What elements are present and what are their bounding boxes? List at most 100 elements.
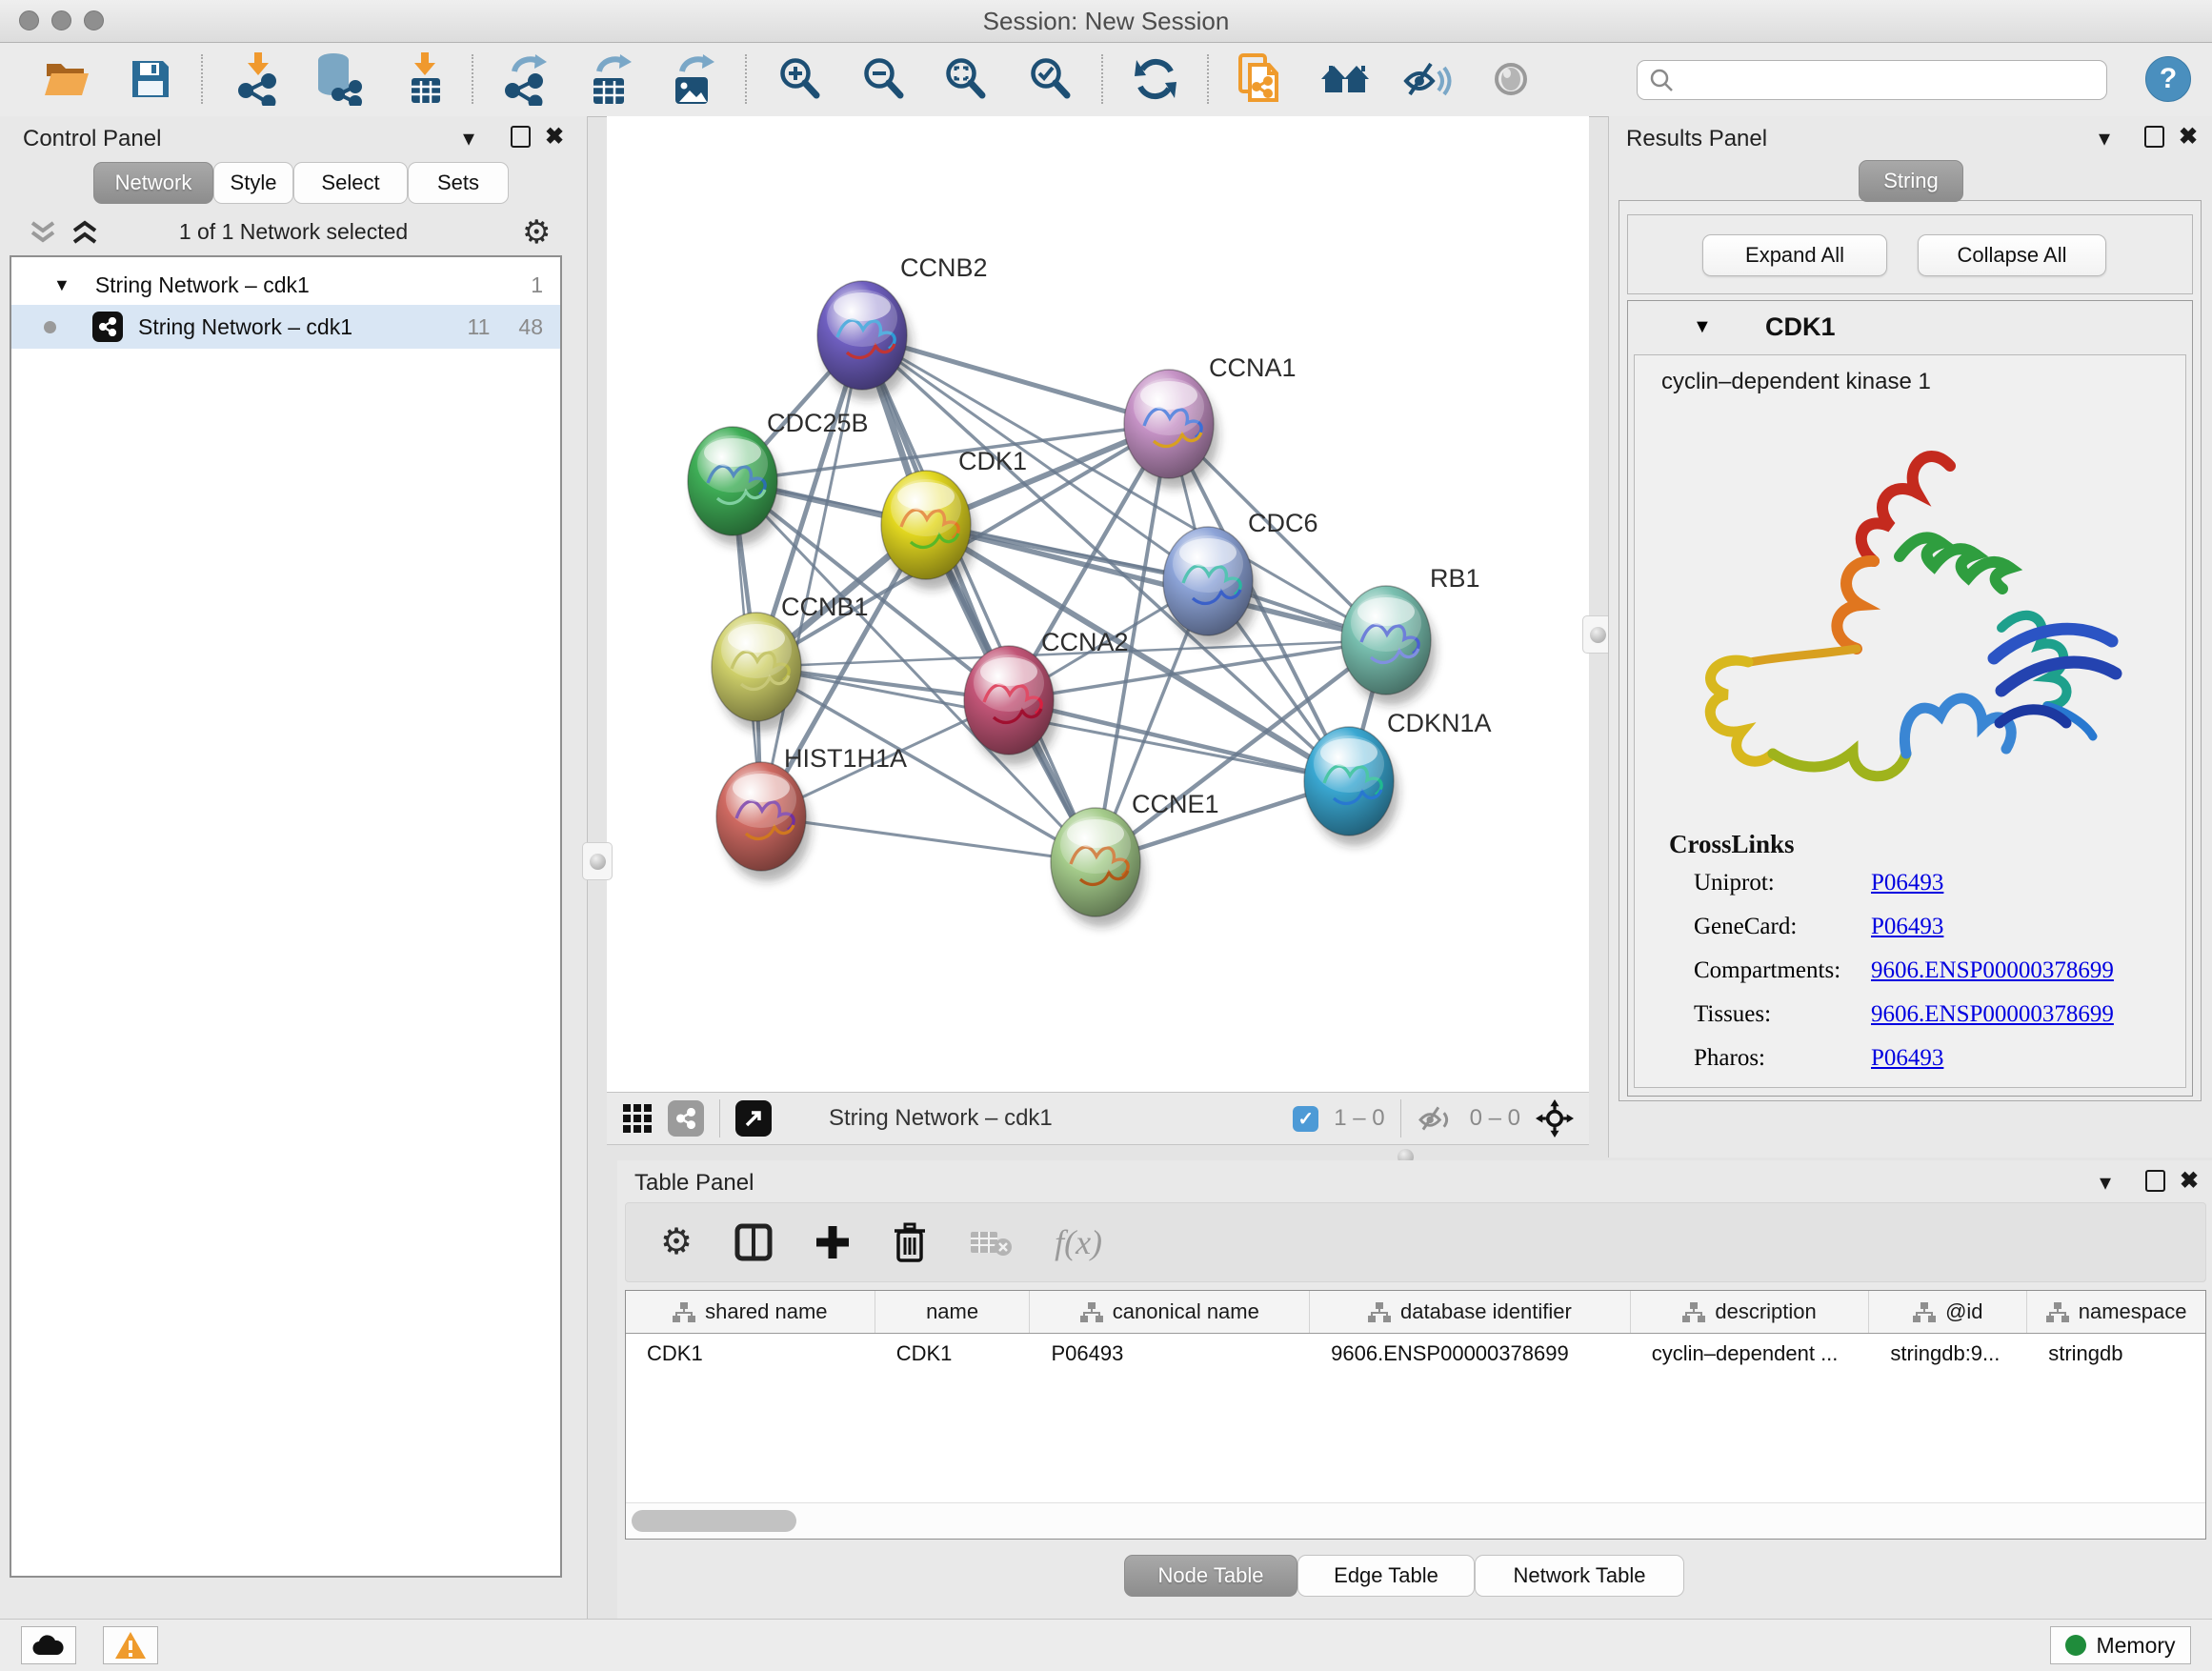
show-hidden-button[interactable] xyxy=(1484,52,1538,106)
table-row[interactable]: CDK1 CDK1 P06493 9606.ENSP00000378699 cy… xyxy=(626,1334,2205,1376)
export-table-icon xyxy=(588,52,632,106)
network-node-HIST1H1A[interactable]: HIST1H1A xyxy=(716,744,907,871)
birdseye-crosshair-icon[interactable] xyxy=(1536,1099,1574,1137)
horizontal-scrollbar[interactable] xyxy=(626,1502,2205,1540)
column-header-shared-name[interactable]: shared name xyxy=(626,1291,875,1333)
zoom-selected-button[interactable] xyxy=(1024,52,1077,106)
zoom-out-button[interactable] xyxy=(857,52,911,106)
network-collection-row[interactable]: ▼ String Network – cdk1 1 xyxy=(11,263,560,307)
save-session-button[interactable] xyxy=(124,52,177,106)
delete-table-icon xyxy=(969,1226,1013,1258)
string-network-graph[interactable]: CCNB2CCNA1CDC25BCDK1CDC6RB1CCNB1CCNA2CDK… xyxy=(607,116,1589,1092)
search-input[interactable] xyxy=(1681,67,2106,93)
open-folder-icon xyxy=(44,59,90,99)
tab-node-table[interactable]: Node Table xyxy=(1124,1555,1297,1597)
show-columns-icon[interactable] xyxy=(734,1223,773,1261)
network-row[interactable]: String Network – cdk1 11 48 xyxy=(11,305,560,349)
column-header-namespace[interactable]: namespace xyxy=(2027,1291,2205,1333)
crosslink-compartments[interactable]: 9606.ENSP00000378699 xyxy=(1871,957,2114,984)
warning-status-button[interactable] xyxy=(103,1626,158,1664)
hide-selected-button[interactable] xyxy=(1400,52,1454,106)
network-node-CDKN1A[interactable]: CDKN1A xyxy=(1304,709,1492,836)
zoom-fit-button[interactable] xyxy=(939,52,993,106)
column-header-canonical-name[interactable]: canonical name xyxy=(1030,1291,1310,1333)
tab-network[interactable]: Network xyxy=(93,162,213,204)
refresh-icon xyxy=(1133,56,1178,102)
export-network-button[interactable] xyxy=(498,52,552,106)
network-node-RB1[interactable]: RB1 xyxy=(1341,564,1480,695)
crosslink-genecard[interactable]: P06493 xyxy=(1871,914,1943,940)
expand-all-button[interactable]: Expand All xyxy=(1702,234,1887,276)
float-panel-icon[interactable] xyxy=(2145,1170,2165,1192)
export-table-button[interactable] xyxy=(583,52,636,106)
panel-menu-icon[interactable]: ▾ xyxy=(2099,128,2110,151)
tab-network-table[interactable]: Network Table xyxy=(1475,1555,1684,1597)
scrollbar-thumb[interactable] xyxy=(632,1510,796,1532)
import-network-database-button[interactable] xyxy=(311,52,364,106)
crosslink-pharos[interactable]: P06493 xyxy=(1871,1045,1943,1072)
crosslink-uniprot[interactable]: P06493 xyxy=(1871,870,1943,896)
node-label-CCNB2: CCNB2 xyxy=(900,253,988,282)
clone-network-button[interactable] xyxy=(1233,52,1286,106)
collapse-all-button[interactable]: Collapse All xyxy=(1918,234,2106,276)
panel-menu-icon[interactable]: ▾ xyxy=(2100,1172,2111,1195)
network-view-app-icon[interactable] xyxy=(668,1100,704,1137)
shared-column-icon xyxy=(1913,1302,1936,1322)
memory-status-dot-icon xyxy=(2065,1635,2086,1656)
left-splitter-grip[interactable] xyxy=(582,842,613,880)
tab-string[interactable]: String xyxy=(1859,160,1963,202)
memory-button[interactable]: Memory xyxy=(2050,1626,2191,1664)
export-image-button[interactable] xyxy=(666,52,719,106)
float-panel-icon[interactable] xyxy=(2144,126,2164,148)
close-panel-icon[interactable]: ✖ xyxy=(2179,126,2198,149)
tab-style[interactable]: Style xyxy=(213,162,293,204)
close-panel-icon[interactable]: ✖ xyxy=(2180,1170,2199,1193)
string-results-box: Expand All Collapse All ▼ CDK1 cyclin–de… xyxy=(1619,200,2202,1101)
import-network-icon xyxy=(236,52,280,106)
question-mark-icon: ? xyxy=(2160,63,2177,95)
collapse-triangle-icon[interactable]: ▼ xyxy=(1693,316,1712,338)
table-settings-gear-icon[interactable]: ⚙ xyxy=(660,1224,693,1260)
network-canvas[interactable]: CCNB2CCNA1CDC25BCDK1CDC6RB1CCNB1CCNA2CDK… xyxy=(607,116,1589,1092)
open-session-button[interactable] xyxy=(40,52,93,106)
close-panel-icon[interactable]: ✖ xyxy=(545,126,564,149)
redraw-network-button[interactable] xyxy=(1129,52,1182,106)
tab-sets[interactable]: Sets xyxy=(408,162,509,204)
add-column-plus-icon[interactable] xyxy=(814,1224,851,1260)
column-header-id[interactable]: @id xyxy=(1869,1291,2027,1333)
show-neighborhood-button[interactable] xyxy=(1318,52,1372,106)
status-bar: Memory xyxy=(0,1619,2212,1671)
detach-view-button[interactable] xyxy=(735,1100,772,1137)
tab-select[interactable]: Select xyxy=(293,162,408,204)
column-header-name[interactable]: name xyxy=(875,1291,1031,1333)
cytoscape-window: Session: New Session xyxy=(0,0,2212,1671)
grid-view-icon[interactable] xyxy=(622,1103,653,1134)
toolbar-search[interactable] xyxy=(1637,60,2107,100)
panel-menu-icon[interactable]: ▾ xyxy=(463,128,474,151)
network-node-CCNB1[interactable]: CCNB1 xyxy=(712,593,869,721)
import-network-file-button[interactable] xyxy=(231,52,285,106)
crosslink-tissues[interactable]: 9606.ENSP00000378699 xyxy=(1871,1001,2114,1028)
shared-column-icon xyxy=(1682,1302,1705,1322)
cloud-status-button[interactable] xyxy=(21,1626,76,1664)
help-button[interactable]: ? xyxy=(2145,56,2191,102)
zoom-in-button[interactable] xyxy=(774,52,827,106)
import-table-button[interactable] xyxy=(398,52,452,106)
selected-checkbox-icon[interactable]: ✓ xyxy=(1293,1106,1318,1132)
delete-column-trash-icon[interactable] xyxy=(893,1222,927,1262)
node-table[interactable]: shared name name canonical name database… xyxy=(625,1290,2206,1540)
hidden-counts: 0 – 0 xyxy=(1470,1105,1520,1132)
main-toolbar: ? xyxy=(0,43,2212,117)
memory-label: Memory xyxy=(2096,1633,2175,1659)
crosslink-label: Uniprot: xyxy=(1694,870,1775,896)
gear-icon[interactable]: ⚙ xyxy=(522,213,551,252)
save-icon xyxy=(130,58,171,100)
node-label-CDC6: CDC6 xyxy=(1248,509,1318,537)
node-label-CCNE1: CCNE1 xyxy=(1132,790,1219,818)
float-panel-icon[interactable] xyxy=(511,126,531,148)
column-header-database-identifier[interactable]: database identifier xyxy=(1310,1291,1631,1333)
collection-count: 1 xyxy=(531,272,543,298)
collapse-triangle-icon[interactable]: ▼ xyxy=(53,275,70,295)
column-header-description[interactable]: description xyxy=(1631,1291,1870,1333)
tab-edge-table[interactable]: Edge Table xyxy=(1297,1555,1475,1597)
